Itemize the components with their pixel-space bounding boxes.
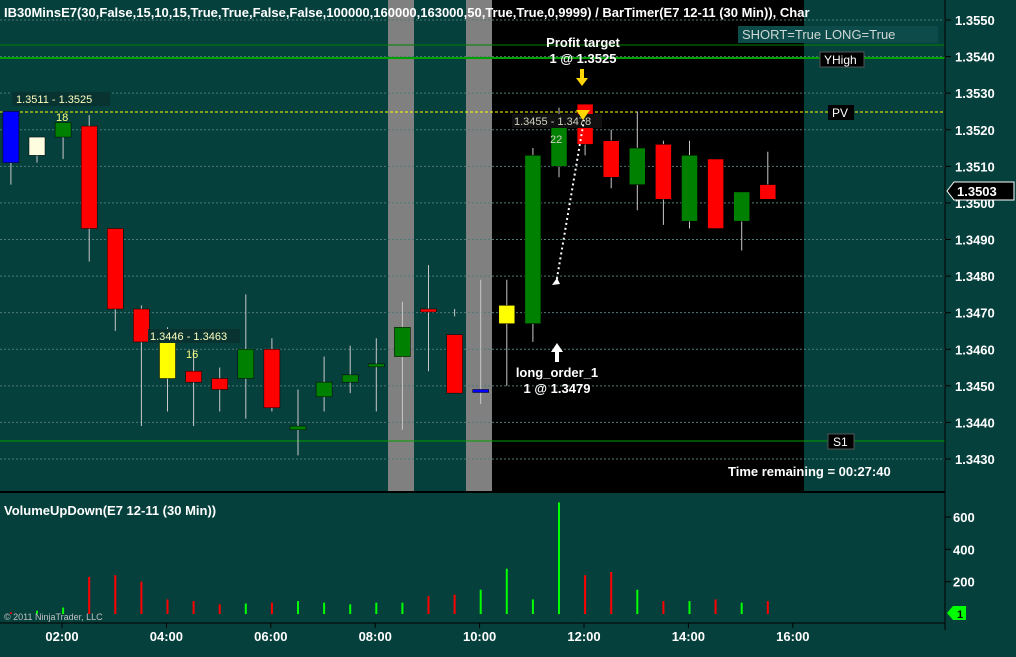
range-label-3: 1.3455 - 1.3478 <box>514 116 591 128</box>
candle-body <box>237 349 255 379</box>
volume-bars <box>9 502 769 614</box>
price-tick-label: 1.3450 <box>955 379 995 394</box>
price-tick-label: 1.3490 <box>955 233 995 248</box>
candle-body <box>759 184 777 200</box>
candle-body <box>368 363 385 368</box>
profit-target-detail: 1 @ 1.3525 <box>550 51 617 66</box>
long-order-title: long_order_1 <box>516 365 598 380</box>
candle-body <box>394 327 411 357</box>
time-tick-label: 14:00 <box>672 629 705 644</box>
candle-body <box>655 144 672 200</box>
price-chart[interactable]: IB30MinsE7(30,False,15,10,15,True,True,F… <box>0 0 1016 657</box>
time-remaining: Time remaining = 00:27:40 <box>728 464 891 479</box>
candle-body <box>2 111 20 163</box>
volume-tick-label: 200 <box>953 575 975 590</box>
count-label-3: 22 <box>550 134 562 146</box>
candle-body <box>602 140 620 178</box>
price-tick-label: 1.3540 <box>955 50 995 65</box>
long-order-detail: 1 @ 1.3479 <box>524 381 591 396</box>
price-tick-label: 1.3460 <box>955 342 995 357</box>
candle-body <box>315 381 333 398</box>
time-tick-label: 04:00 <box>150 629 183 644</box>
time-band-1 <box>388 0 414 492</box>
candle-body <box>446 334 463 394</box>
candle-body <box>707 158 724 229</box>
price-tick-label: 1.3440 <box>955 415 995 430</box>
copyright: © 2011 NinjaTrader, LLC <box>4 612 103 622</box>
candle-body <box>263 349 281 409</box>
price-tick-label: 1.3430 <box>955 452 995 467</box>
candle-body <box>498 305 516 324</box>
candle-body <box>341 374 359 383</box>
current-price: 1.3503 <box>957 184 997 199</box>
count-label-2: 16 <box>186 349 198 361</box>
candle-body <box>185 370 202 383</box>
time-tick-label: 16:00 <box>776 629 809 644</box>
candle-body <box>420 308 437 313</box>
candle-body <box>54 122 72 138</box>
candle-body <box>211 378 228 390</box>
price-tick-label: 1.3530 <box>955 86 995 101</box>
time-tick-label: 02:00 <box>45 629 78 644</box>
candle-body <box>733 191 750 222</box>
price-tick-label: 1.3510 <box>955 159 995 174</box>
count-label-1: 18 <box>56 112 68 124</box>
time-tick-label: 06:00 <box>254 629 287 644</box>
time-axis-ticks: 02:00 04:00 06:00 08:00 10:00 12:00 14:00 16:00 <box>45 623 809 644</box>
time-tick-label: 08:00 <box>359 629 392 644</box>
profit-target-title: Profit target <box>546 35 620 50</box>
time-band-2 <box>466 0 492 492</box>
s1-label: S1 <box>833 435 848 449</box>
current-price-marker: 1.3503 <box>946 181 1015 201</box>
candle-body <box>80 125 98 229</box>
price-tick-label: 1.3550 <box>955 13 995 28</box>
candle-body <box>629 147 646 185</box>
pv-label: PV <box>832 106 848 120</box>
price-tick-label: 1.3480 <box>955 269 995 284</box>
volume-tick-label: 600 <box>953 510 975 525</box>
yhigh-label: YHigh <box>824 53 857 67</box>
time-tick-label: 12:00 <box>567 629 600 644</box>
candle-body <box>524 155 542 324</box>
price-tick-label: 1.3520 <box>955 123 995 138</box>
chart-title: IB30MinsE7(30,False,15,10,15,True,True,F… <box>4 5 810 20</box>
volume-badge-text: 1 <box>957 609 963 621</box>
volume-title: VolumeUpDown(E7 12-11 (30 Min)) <box>4 503 216 518</box>
range-label-1: 1.3511 - 1.3525 <box>16 94 92 106</box>
candle-body <box>681 155 698 222</box>
price-tick-label: 1.3470 <box>955 306 995 321</box>
candle-body <box>107 228 124 310</box>
time-tick-label: 10:00 <box>463 629 496 644</box>
range-label-2: 1.3446 - 1.3463 <box>150 331 227 343</box>
candle-body <box>133 308 150 343</box>
candle-body <box>28 136 46 156</box>
mode-badge: SHORT=True LONG=True <box>742 27 895 42</box>
candle-body <box>159 341 176 379</box>
candle-body <box>472 389 489 393</box>
volume-tick-label: 400 <box>953 542 975 557</box>
candle-body <box>289 425 307 430</box>
